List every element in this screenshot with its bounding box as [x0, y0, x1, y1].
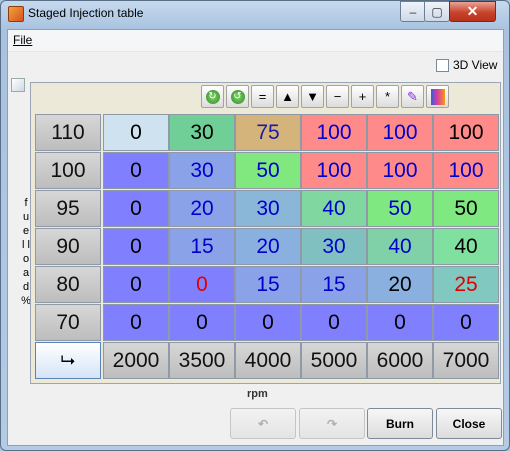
table-cell[interactable]: 0 — [169, 304, 235, 341]
table-cell[interactable]: 30 — [169, 152, 235, 189]
swap-axes-button[interactable]: ⮡ — [35, 342, 101, 379]
redo-icon: ↷ — [326, 416, 338, 431]
asterisk-icon: * — [384, 89, 391, 104]
title-bar[interactable]: Staged Injection table – ▢ ✕ — [0, 0, 510, 28]
up-triangle-button[interactable]: ▲ — [276, 85, 299, 108]
table-cell[interactable]: 0 — [433, 304, 499, 341]
table-cell[interactable]: 0 — [103, 228, 169, 265]
rotate-ccw-button[interactable]: ↺ — [226, 85, 249, 108]
table-cell[interactable]: 100 — [367, 114, 433, 151]
app-icon — [8, 6, 24, 22]
x-axis-label: rpm — [247, 388, 268, 400]
table-cell[interactable]: 0 — [301, 304, 367, 341]
x-axis-cell[interactable]: 6000 — [367, 342, 433, 379]
client-area: File 3D View f u e l l o a d % ↻ ↺ = ▲ ▼ − + * ✎… — [7, 29, 504, 446]
maximize-button[interactable]: ▢ — [424, 1, 450, 22]
close-button[interactable]: Close — [436, 408, 502, 439]
y-axis-cell[interactable]: 80 — [35, 266, 101, 303]
table-cell[interactable]: 0 — [103, 266, 169, 303]
plus-icon: + — [358, 89, 367, 104]
table-cell[interactable]: 100 — [301, 152, 367, 189]
edit-icon[interactable] — [11, 78, 25, 92]
palette-icon: ▮ — [430, 88, 445, 105]
rotate-cw-button[interactable]: ↻ — [201, 85, 224, 108]
y-axis-cell[interactable]: 95 — [35, 190, 101, 227]
table-cell[interactable]: 0 — [103, 304, 169, 341]
table-toolbar: ↻ ↺ = ▲ ▼− + * ✎ ▮ — [201, 85, 449, 109]
table-cell[interactable]: 50 — [433, 190, 499, 227]
rotate-cw-icon: ↻ — [205, 89, 220, 104]
table-cell[interactable]: 30 — [235, 190, 301, 227]
pen-icon: ✎ — [407, 88, 418, 104]
x-axis-cell[interactable]: 7000 — [433, 342, 499, 379]
x-axis-cell[interactable]: 5000 — [301, 342, 367, 379]
asterisk-button[interactable]: * — [376, 85, 399, 108]
table-cell[interactable]: 15 — [235, 266, 301, 303]
corner-arrow-icon: ⮡ — [60, 350, 76, 370]
plus-button[interactable]: + — [351, 85, 374, 108]
table-cell[interactable]: 50 — [367, 190, 433, 227]
table-cell[interactable]: 15 — [301, 266, 367, 303]
x-axis-cell[interactable]: 3500 — [169, 342, 235, 379]
table-cell[interactable]: 30 — [301, 228, 367, 265]
view-3d-toggle[interactable]: 3D View — [436, 58, 497, 72]
equals-icon: = — [258, 89, 267, 104]
undo-button[interactable]: ↶ — [230, 408, 296, 439]
table-cell[interactable]: 40 — [433, 228, 499, 265]
table-cell[interactable]: 15 — [169, 228, 235, 265]
x-axis-cell[interactable]: 4000 — [235, 342, 301, 379]
y-axis-cell[interactable]: 70 — [35, 304, 101, 341]
table-cell[interactable]: 40 — [301, 190, 367, 227]
table-cell[interactable]: 20 — [169, 190, 235, 227]
up-triangle-icon: ▲ — [281, 89, 294, 104]
burn-button[interactable]: Burn — [367, 408, 433, 439]
y-axis-cell[interactable]: 110 — [35, 114, 101, 151]
table-cell[interactable]: 100 — [367, 152, 433, 189]
table-cell[interactable]: 75 — [235, 114, 301, 151]
x-axis-cell[interactable]: 2000 — [103, 342, 169, 379]
menu-bar: File — [8, 30, 503, 52]
table-cell[interactable]: 100 — [433, 152, 499, 189]
table-cell[interactable]: 20 — [235, 228, 301, 265]
table-cell[interactable]: 25 — [433, 266, 499, 303]
down-triangle-button[interactable]: ▼ — [301, 85, 324, 108]
table-cell[interactable]: 30 — [169, 114, 235, 151]
minus-button[interactable]: − — [326, 85, 349, 108]
view-3d-checkbox[interactable] — [436, 58, 449, 72]
pen-button[interactable]: ✎ — [401, 85, 424, 108]
down-triangle-icon: ▼ — [306, 89, 319, 104]
table-cell[interactable]: 40 — [367, 228, 433, 265]
table-cell[interactable]: 0 — [169, 266, 235, 303]
window-title: Staged Injection table — [28, 6, 144, 20]
table-cell[interactable]: 100 — [433, 114, 499, 151]
menu-file-label: File — [13, 33, 33, 47]
table-cell[interactable]: 0 — [367, 304, 433, 341]
table-cell[interactable]: 0 — [103, 152, 169, 189]
y-axis-cell[interactable]: 90 — [35, 228, 101, 265]
table-cell[interactable]: 100 — [301, 114, 367, 151]
table-cell[interactable]: 0 — [235, 304, 301, 341]
minimize-button[interactable]: – — [400, 1, 426, 22]
table-cell[interactable]: 0 — [103, 190, 169, 227]
redo-button[interactable]: ↷ — [299, 408, 365, 439]
view-3d-label: 3D View — [453, 58, 498, 72]
y-axis-cell[interactable]: 100 — [35, 152, 101, 189]
minus-icon: − — [333, 89, 342, 104]
table-cell[interactable]: 20 — [367, 266, 433, 303]
rotate-ccw-icon: ↺ — [230, 89, 245, 104]
equals-button[interactable]: = — [251, 85, 274, 108]
undo-icon: ↶ — [257, 416, 269, 431]
menu-file[interactable]: File — [13, 33, 32, 47]
table-panel: ↻↺=▲▼−+*✎▮ 11003075100100100100030501001… — [30, 82, 501, 384]
close-window-button[interactable]: ✕ — [449, 1, 496, 22]
table-cell[interactable]: 0 — [103, 114, 169, 151]
palette-button[interactable]: ▮ — [426, 85, 449, 108]
table-cell[interactable]: 50 — [235, 152, 301, 189]
